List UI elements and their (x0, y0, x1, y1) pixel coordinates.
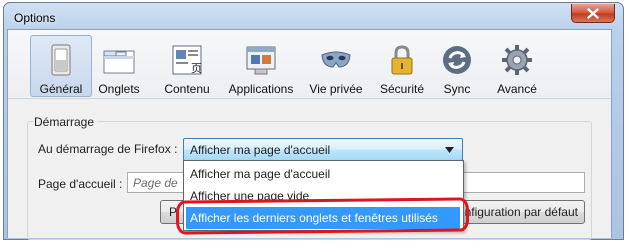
button-label: nfiguration par défaut (464, 205, 578, 219)
content-page-icon: 页 (172, 45, 202, 75)
pane-privacy[interactable]: Vie privée (305, 35, 367, 97)
annotation-highlight-ring (175, 197, 470, 235)
pane-applications[interactable]: Applications (221, 35, 301, 97)
title-bar: Options (4, 3, 623, 30)
pane-advanced[interactable]: Avancé (490, 35, 544, 97)
pane-general[interactable]: Général (30, 35, 92, 97)
tabs-window-icon (103, 50, 135, 74)
pane-label: Avancé (497, 82, 537, 96)
pane-label: Applications (228, 82, 294, 96)
pane-label: Général (39, 82, 83, 96)
applications-icon (246, 46, 276, 75)
startup-label: Au démarrage de Firefox : (38, 142, 178, 156)
restore-default-button[interactable]: nfiguration par défaut (458, 200, 585, 224)
homepage-placeholder: Page de (133, 176, 178, 190)
dropdown-option-label: Afficher ma page d'accueil (190, 167, 331, 181)
pane-security[interactable]: Sécurité (376, 35, 428, 97)
pane-label: Contenu (164, 82, 210, 96)
svg-text:页: 页 (191, 62, 202, 75)
gear-icon (502, 45, 532, 75)
pane-tabs[interactable]: Onglets (94, 35, 144, 97)
pane-content[interactable]: 页 Contenu (154, 35, 220, 97)
close-button[interactable] (571, 4, 615, 23)
startup-group-title: Démarrage (34, 115, 99, 129)
pane-label: Vie privée (309, 82, 363, 96)
pane-sync[interactable]: Sync (436, 35, 478, 97)
padlock-icon (391, 45, 413, 75)
window-title: Options (14, 11, 56, 25)
dropdown-option[interactable]: Afficher ma page d'accueil (186, 163, 460, 185)
sync-arrows-icon (443, 46, 471, 74)
startup-select-value: Afficher ma page d'accueil (190, 143, 331, 157)
pane-label: Onglets (98, 82, 140, 96)
general-switch-icon (51, 44, 71, 76)
chevron-down-icon (445, 147, 454, 153)
startup-select[interactable]: Afficher ma page d'accueil (183, 138, 463, 161)
close-icon (587, 7, 599, 19)
homepage-label: Page d'accueil : (38, 177, 123, 191)
pane-label: Sync (443, 82, 471, 96)
privacy-mask-icon (321, 51, 351, 68)
pane-toolbar: Général Onglets 页 Contenu Applications V… (8, 30, 611, 99)
pane-label: Sécurité (379, 82, 425, 96)
